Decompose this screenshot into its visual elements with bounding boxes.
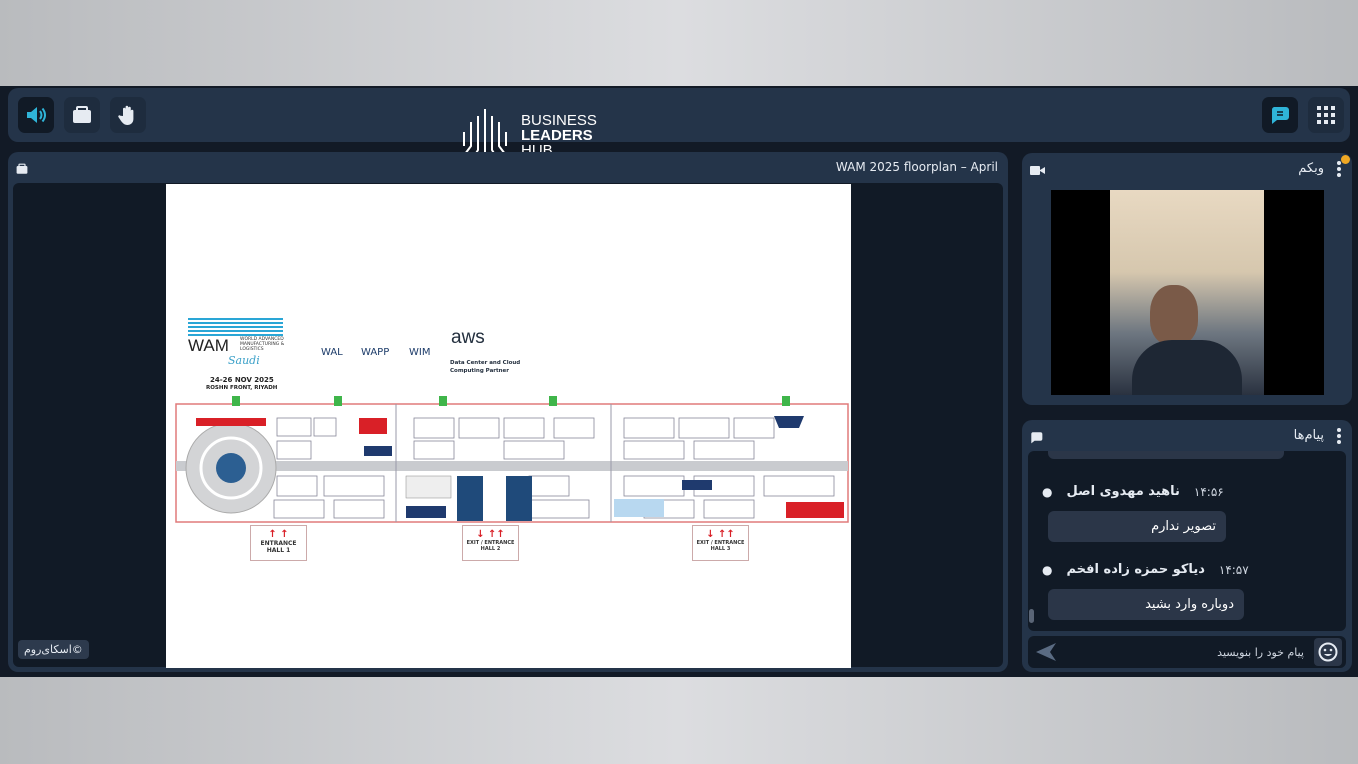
partner-wapp: WAPP — [361, 347, 390, 358]
webcam-menu-button[interactable] — [1337, 161, 1341, 177]
wam-subtitle: WORLD ADVANCED MANUFACTURING & LOGISTICS — [240, 337, 285, 352]
partner-wal: WAL — [321, 347, 343, 358]
message-time: ۱۴:۵۶ — [1193, 484, 1224, 499]
message-bubble: تصویر ندارم — [1048, 511, 1226, 542]
entrance-hall-3-line2: HALL 3 — [710, 546, 731, 552]
send-icon[interactable] — [1036, 643, 1056, 661]
slide-floorplan: WAM WORLD ADVANCED MANUFACTURING & LOGIS… — [166, 184, 851, 668]
skyroom-brand: ©اسکای‌روم — [18, 640, 89, 659]
event-dates: 24-26 NOV 2025 — [210, 376, 274, 384]
presentation-panel: WAM 2025 floorplan – April WAM WORLD ADV… — [8, 152, 1008, 672]
raise-hand-button[interactable] — [110, 97, 146, 133]
user-icon: ● — [1042, 562, 1053, 577]
message-author: دیاکو حمزه زاده افخم — [1066, 562, 1205, 577]
aws-logo: aws — [451, 327, 485, 348]
presentation-title: WAM 2025 floorplan – April — [835, 160, 998, 174]
message-bubble-previous — [1048, 451, 1284, 459]
chat-scrollbar[interactable] — [1029, 609, 1034, 623]
entrance-hall-1-line1: ENTRANCE — [260, 540, 297, 547]
logo-line-2: LEADERS — [521, 126, 593, 144]
chat-icon — [1271, 107, 1289, 124]
apps-menu-button[interactable] — [1308, 97, 1344, 133]
participant-video-feed — [1110, 190, 1264, 395]
message-bubble: دوباره وارد بشید — [1048, 589, 1244, 620]
app-window: BUSINESS LEADERS HUB WAM 2025 floorplan – … — [0, 86, 1358, 677]
aws-caption-line2: Computing Partner — [450, 368, 509, 374]
webcam-title: وبکم — [1298, 161, 1324, 176]
smiley-icon — [1318, 642, 1338, 662]
entrance-hall-2: ↓ ↑↑ EXIT / ENTRANCE HALL 2 — [462, 525, 519, 561]
message-author: ناهید مهدوی اصل — [1066, 484, 1180, 499]
message-header: ● دیاکو حمزه زاده افخم ۱۴:۵۷ — [1042, 562, 1249, 577]
message-time: ۱۴:۵۷ — [1218, 562, 1249, 577]
message-input[interactable] — [1064, 640, 1304, 664]
speaker-button[interactable] — [18, 97, 54, 133]
video-camera-icon — [1030, 166, 1045, 175]
notification-dot — [1341, 155, 1350, 164]
message-header: ● ناهید مهدوی اصل ۱۴:۵۶ — [1042, 484, 1224, 499]
message-list[interactable]: ● ناهید مهدوی اصل ۱۴:۵۶ تصویر ندارم ● دی… — [1028, 451, 1346, 631]
webcam-panel: وبکم — [1022, 153, 1352, 405]
folder-icon — [16, 163, 28, 174]
partner-wim: WIM — [409, 347, 431, 358]
entrance-hall-1: ↑ ↑ ENTRANCE HALL 1 — [250, 525, 307, 561]
webcam-video[interactable] — [1051, 190, 1324, 395]
chat-title: پیام‌ها — [1293, 428, 1324, 443]
emoji-button[interactable] — [1314, 638, 1342, 666]
speaker-icon — [27, 107, 46, 123]
aws-caption: Data Center and Cloud Computing Partner — [450, 359, 520, 375]
user-icon: ● — [1042, 484, 1053, 499]
wam-logo-text: WAM — [188, 336, 229, 355]
entrance-hall-2-line2: HALL 2 — [480, 546, 501, 552]
chat-icon — [1031, 432, 1043, 444]
top-toolbar: BUSINESS LEADERS HUB — [8, 88, 1350, 163]
chat-menu-button[interactable] — [1337, 428, 1341, 444]
logo-line-1: BUSINESS — [521, 111, 597, 129]
event-venue: ROSHN FRONT, RIYADH — [206, 385, 278, 391]
message-composer — [1028, 636, 1346, 668]
entrance-hall-1-line2: HALL 1 — [266, 547, 291, 554]
chat-toggle-button[interactable] — [1262, 97, 1298, 133]
chat-panel: پیام‌ها ● ناهید مهدوی اصل ۱۴:۵۶ تصویر ند… — [1022, 420, 1352, 672]
floorplan-map — [175, 396, 849, 523]
slide-stage: WAM WORLD ADVANCED MANUFACTURING & LOGIS… — [13, 183, 1003, 668]
folder-icon — [73, 106, 91, 123]
entrance-hall-3: ↓ ↑↑ EXIT / ENTRANCE HALL 3 — [692, 525, 749, 561]
grid-icon — [1317, 106, 1335, 124]
wam-logo-graphic — [188, 316, 283, 336]
hand-icon — [118, 105, 134, 125]
aws-caption-line1: Data Center and Cloud — [450, 360, 521, 366]
files-button[interactable] — [64, 97, 100, 133]
wam-region: Saudi — [228, 354, 260, 367]
